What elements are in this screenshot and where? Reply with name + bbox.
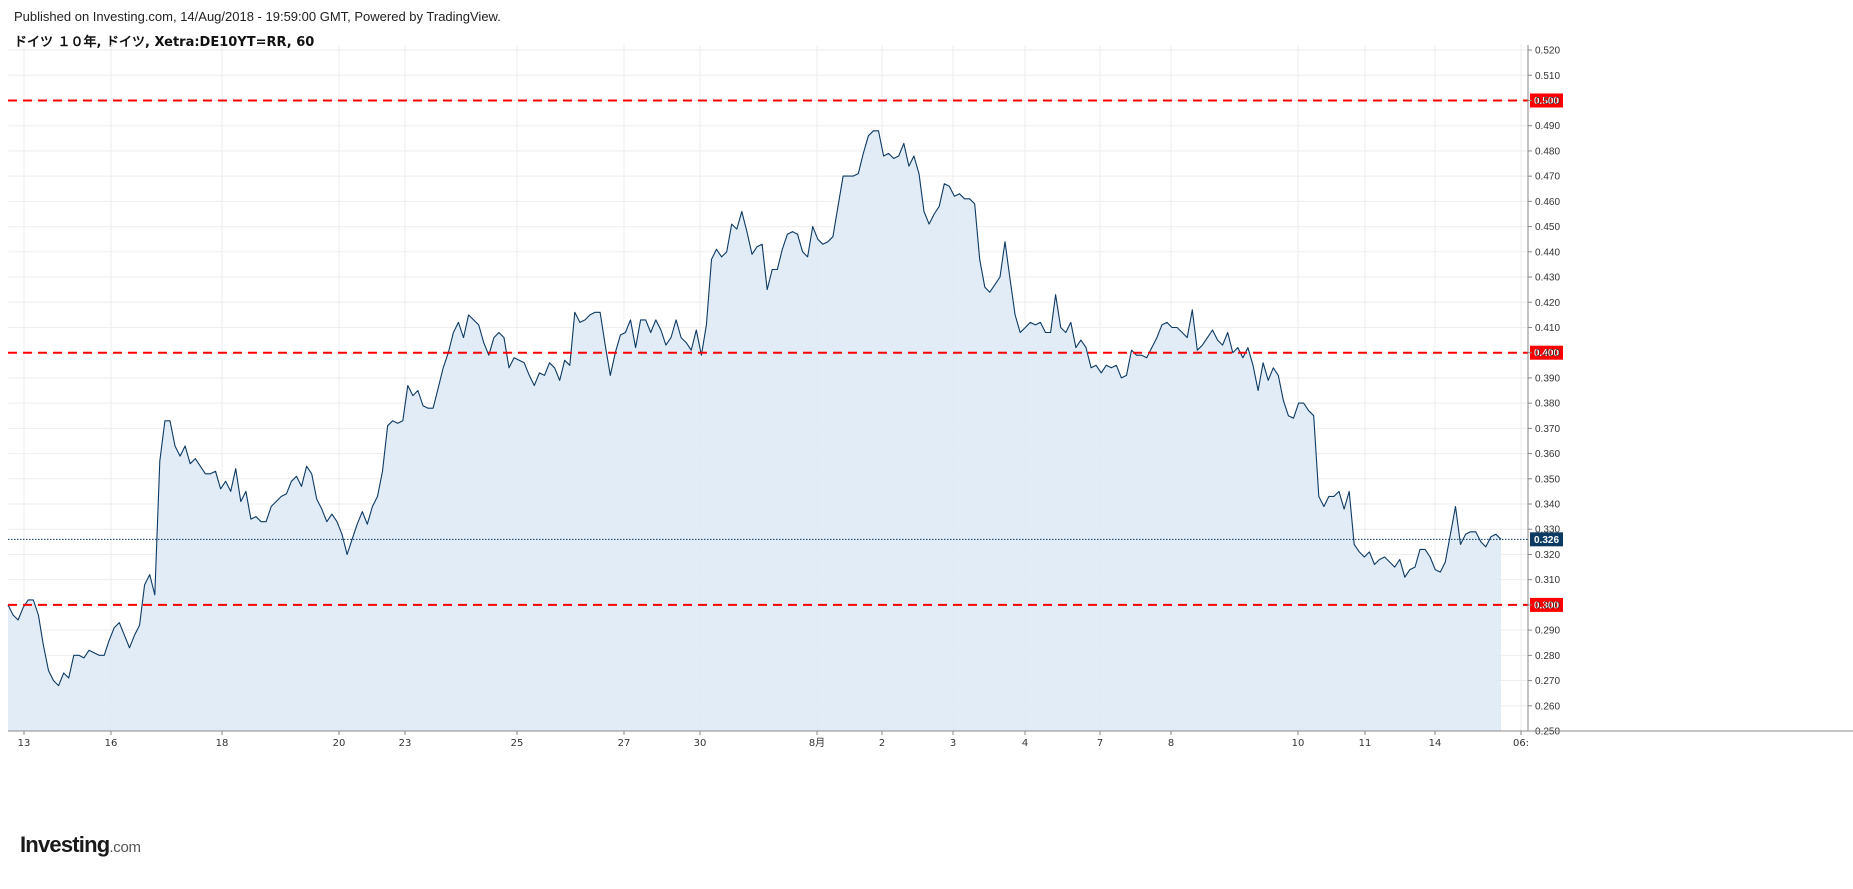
x-tick-label: 27 — [618, 738, 631, 749]
y-tick-label: 0.410 — [1535, 323, 1560, 334]
y-tick-label: 0.350 — [1535, 474, 1560, 485]
y-tick-label: 0.500 — [1535, 96, 1560, 107]
x-tick-label: 14 — [1429, 738, 1442, 749]
y-tick-label: 0.300 — [1535, 600, 1560, 611]
y-tick-label: 0.520 — [1535, 46, 1560, 57]
y-tick-label: 0.330 — [1535, 525, 1560, 536]
x-tick-label: 20 — [333, 738, 346, 749]
y-tick-label: 0.400 — [1535, 348, 1560, 359]
y-tick-label: 0.480 — [1535, 146, 1560, 157]
x-tick-label: 30 — [694, 738, 707, 749]
y-tick-label: 0.430 — [1535, 273, 1560, 284]
x-tick-label: 2 — [879, 738, 885, 749]
y-tick-label: 0.440 — [1535, 247, 1560, 258]
y-tick-label: 0.510 — [1535, 71, 1560, 82]
y-tick-label: 0.310 — [1535, 575, 1560, 586]
logo-main-text: Investing — [20, 832, 110, 857]
x-tick-label: 7 — [1097, 738, 1103, 749]
y-tick-label: 0.340 — [1535, 500, 1560, 511]
x-tick-label: 11 — [1359, 738, 1372, 749]
y-tick-label: 0.360 — [1535, 449, 1560, 460]
x-tick-label: 18 — [216, 738, 229, 749]
price-chart[interactable]: 0.500 0.400 0.300 0.326 0.250 0.260 0.270 0.28… — [0, 0, 1853, 889]
y-tick-label: 0.470 — [1535, 172, 1560, 183]
y-tick-label: 0.280 — [1535, 651, 1560, 662]
x-tick-label: 8 — [1168, 738, 1174, 749]
y-tick-label: 0.390 — [1535, 373, 1560, 384]
series-area-fill — [8, 130, 1501, 732]
x-tick-label: 10 — [1292, 738, 1305, 749]
y-tick-label: 0.460 — [1535, 197, 1560, 208]
y-tick-label: 0.290 — [1535, 626, 1560, 637]
logo-suffix-text: .com — [109, 839, 141, 856]
y-tick-label: 0.250 — [1535, 727, 1560, 738]
y-tick-label: 0.260 — [1535, 701, 1560, 712]
x-tick-label: 4 — [1022, 738, 1028, 749]
x-tick-label: 23 — [399, 738, 412, 749]
x-tick-label: 25 — [511, 738, 524, 749]
y-tick-label: 0.380 — [1535, 399, 1560, 410]
x-tick-label: 13 — [18, 738, 31, 749]
y-tick-label: 0.420 — [1535, 298, 1560, 309]
x-tick-label: 8月 — [809, 737, 825, 749]
x-tick-label: 16 — [105, 738, 118, 749]
y-tick-label: 0.270 — [1535, 676, 1560, 687]
series-layer — [7, 130, 1502, 732]
y-tick-label: 0.490 — [1535, 121, 1560, 132]
x-tick-label: 06: — [1513, 738, 1529, 749]
current-price-label: 0.326 — [1534, 535, 1559, 546]
x-tick-label: 3 — [950, 738, 956, 749]
investing-logo: Investing.com — [20, 832, 141, 858]
y-tick-label: 0.370 — [1535, 424, 1560, 435]
y-tick-label: 0.320 — [1535, 550, 1560, 561]
y-tick-label: 0.450 — [1535, 222, 1560, 233]
